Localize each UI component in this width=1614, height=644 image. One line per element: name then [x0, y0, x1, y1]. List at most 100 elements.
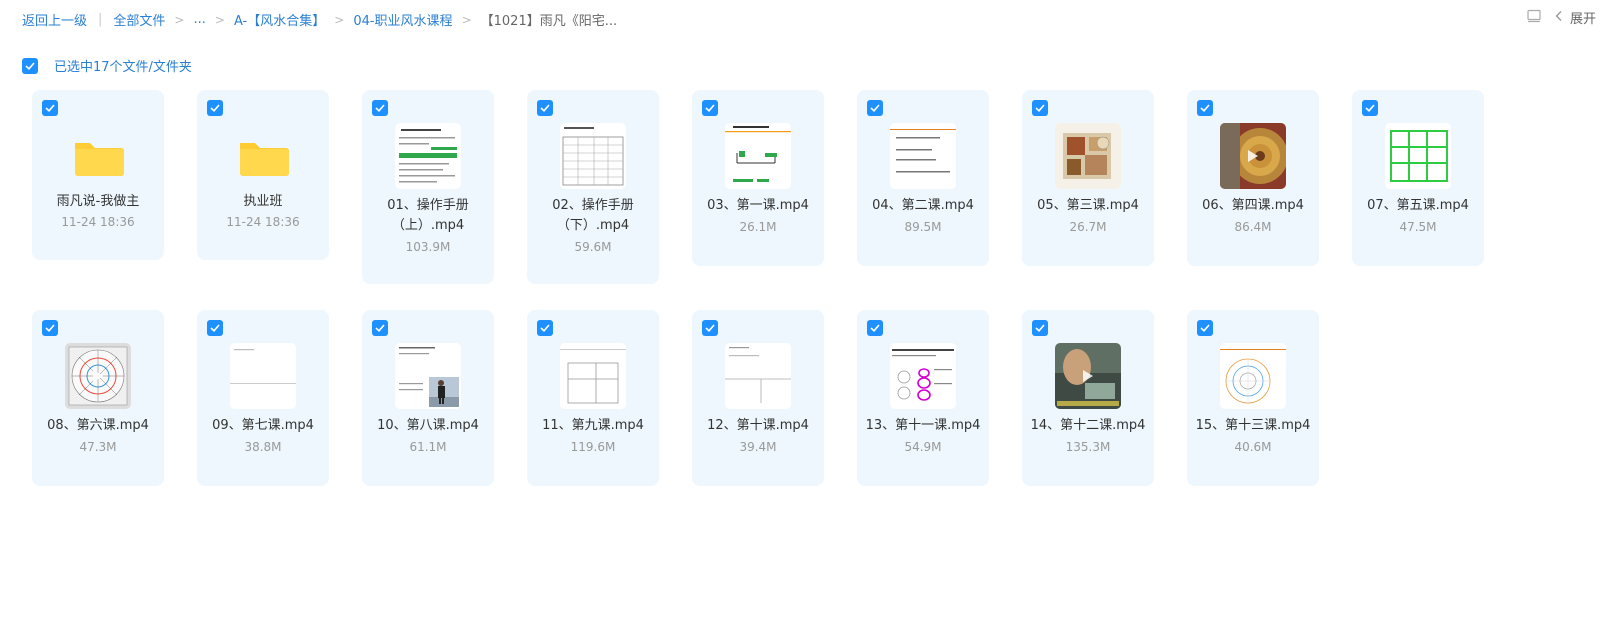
top-right-tools: 展开: [1526, 8, 1596, 27]
file-size: 119.6M: [570, 440, 616, 454]
file-name[interactable]: 雨凡说-我做主: [32, 192, 164, 212]
file-card[interactable]: 07、第五课.mp4 47.5M: [1352, 90, 1484, 266]
file-name[interactable]: 04、第二课.mp4: [857, 196, 989, 216]
file-size: 40.6M: [1234, 440, 1272, 454]
file-name[interactable]: 02、操作手册（下）.mp4: [527, 196, 659, 236]
chevron-right-icon: >: [174, 12, 185, 27]
file-name[interactable]: 07、第五课.mp4: [1352, 196, 1484, 216]
file-card[interactable]: 12、第十课.mp4 39.4M: [692, 310, 824, 486]
selection-bar: 已选中17个文件/文件夹: [22, 56, 192, 75]
file-name[interactable]: 08、第六课.mp4: [32, 416, 164, 436]
top-bar: 返回上一级 | 全部文件 > ... > A-【风水合集】 > 04-职业风水课…: [0, 0, 1614, 36]
sketch-thumbnail: [725, 343, 791, 409]
slide-thumbnail: [725, 123, 791, 189]
file-name[interactable]: 06、第四课.mp4: [1187, 196, 1319, 216]
text-thumbnail: [890, 123, 956, 189]
file-card[interactable]: 03、第一课.mp4 26.1M: [692, 90, 824, 266]
selection-count: 已选中17个文件/文件夹: [54, 60, 192, 75]
compass-thumbnail: [1220, 123, 1286, 189]
file-card[interactable]: 15、第十三课.mp4 40.6M: [1187, 310, 1319, 486]
file-checkbox[interactable]: [1032, 100, 1048, 116]
file-size: 135.3M: [1065, 440, 1111, 454]
file-card[interactable]: 执业班 11-24 18:36: [197, 90, 329, 260]
breadcrumb-fengshui-collection[interactable]: A-【风水合集】: [234, 10, 325, 29]
file-name[interactable]: 10、第八课.mp4: [362, 416, 494, 436]
file-checkbox[interactable]: [1197, 320, 1213, 336]
file-size: 59.6M: [574, 240, 612, 254]
blank-thumbnail: [230, 343, 296, 409]
file-checkbox[interactable]: [537, 100, 553, 116]
file-checkbox[interactable]: [867, 320, 883, 336]
file-checkbox[interactable]: [207, 320, 223, 336]
diagram-thumbnail: [560, 343, 626, 409]
chart-thumbnail: [1220, 343, 1286, 409]
expand-label: 展开: [1569, 12, 1596, 27]
file-name[interactable]: 09、第七课.mp4: [197, 416, 329, 436]
file-name[interactable]: 15、第十三课.mp4: [1187, 416, 1319, 436]
file-checkbox[interactable]: [372, 100, 388, 116]
camera-thumbnail: [1055, 343, 1121, 409]
file-card[interactable]: 01、操作手册（上）.mp4 103.9M: [362, 90, 494, 284]
file-name[interactable]: 12、第十课.mp4: [692, 416, 824, 436]
chevron-right-icon: >: [334, 12, 345, 27]
expand-button[interactable]: 展开: [1554, 8, 1596, 27]
file-card[interactable]: 13、第十一课.mp4 54.9M: [857, 310, 989, 486]
breadcrumb-ellipsis[interactable]: ...: [193, 12, 205, 27]
file-checkbox[interactable]: [702, 100, 718, 116]
file-name[interactable]: 03、第一课.mp4: [692, 196, 824, 216]
file-size: 54.9M: [904, 440, 942, 454]
file-checkbox[interactable]: [702, 320, 718, 336]
file-card[interactable]: 10、第八课.mp4 61.1M: [362, 310, 494, 486]
document-thumbnail: [395, 123, 461, 189]
breadcrumb-all-files[interactable]: 全部文件: [113, 10, 165, 29]
grid-thumbnail: [1385, 123, 1451, 189]
file-checkbox[interactable]: [1362, 100, 1378, 116]
file-name[interactable]: 05、第三课.mp4: [1022, 196, 1154, 216]
back-link[interactable]: 返回上一级: [22, 10, 87, 29]
floorplan-thumbnail: [1055, 123, 1121, 189]
file-size: 86.4M: [1234, 220, 1272, 234]
file-card[interactable]: 11、第九课.mp4 119.6M: [527, 310, 659, 486]
file-card[interactable]: 02、操作手册（下）.mp4 59.6M: [527, 90, 659, 284]
file-name[interactable]: 01、操作手册（上）.mp4: [362, 196, 494, 236]
file-size: 38.8M: [244, 440, 282, 454]
file-size: 26.1M: [739, 220, 777, 234]
person-thumbnail: [395, 343, 461, 409]
file-size: 103.9M: [405, 240, 451, 254]
file-checkbox[interactable]: [207, 100, 223, 116]
table-thumbnail: [560, 123, 626, 189]
file-checkbox[interactable]: [537, 320, 553, 336]
file-card[interactable]: 04、第二课.mp4 89.5M: [857, 90, 989, 266]
file-size: 61.1M: [409, 440, 447, 454]
select-all-checkbox[interactable]: [22, 57, 38, 74]
file-modified-time: 11-24 18:36: [226, 215, 300, 229]
detail-panel-icon[interactable]: [1526, 9, 1542, 27]
file-size: 26.7M: [1069, 220, 1107, 234]
file-card[interactable]: 09、第七课.mp4 38.8M: [197, 310, 329, 486]
file-size: 47.3M: [79, 440, 117, 454]
file-card[interactable]: 雨凡说-我做主 11-24 18:36: [32, 90, 164, 260]
folder-icon: [230, 123, 296, 189]
breadcrumb-divider: |: [98, 12, 103, 27]
breadcrumb: 返回上一级 | 全部文件 > ... > A-【风水合集】 > 04-职业风水课…: [22, 10, 617, 29]
file-size: 47.5M: [1399, 220, 1437, 234]
breadcrumb-course-folder[interactable]: 04-职业风水课程: [353, 10, 452, 29]
file-card[interactable]: 05、第三课.mp4 26.7M: [1022, 90, 1154, 266]
file-size: 89.5M: [904, 220, 942, 234]
file-name[interactable]: 13、第十一课.mp4: [857, 416, 989, 436]
file-checkbox[interactable]: [1032, 320, 1048, 336]
file-checkbox[interactable]: [372, 320, 388, 336]
file-name[interactable]: 11、第九课.mp4: [527, 416, 659, 436]
file-size: 39.4M: [739, 440, 777, 454]
file-card[interactable]: 14、第十二课.mp4 135.3M: [1022, 310, 1154, 486]
file-card[interactable]: 06、第四课.mp4 86.4M: [1187, 90, 1319, 266]
file-checkbox[interactable]: [42, 100, 58, 116]
file-card[interactable]: 08、第六课.mp4 47.3M: [32, 310, 164, 486]
breadcrumb-current: 【1021】雨凡《阳宅...: [480, 14, 618, 29]
file-name[interactable]: 14、第十二课.mp4: [1022, 416, 1154, 436]
file-checkbox[interactable]: [867, 100, 883, 116]
file-name[interactable]: 执业班: [197, 192, 329, 212]
file-checkbox[interactable]: [1197, 100, 1213, 116]
file-checkbox[interactable]: [42, 320, 58, 336]
chevron-left-icon: [1554, 10, 1564, 26]
